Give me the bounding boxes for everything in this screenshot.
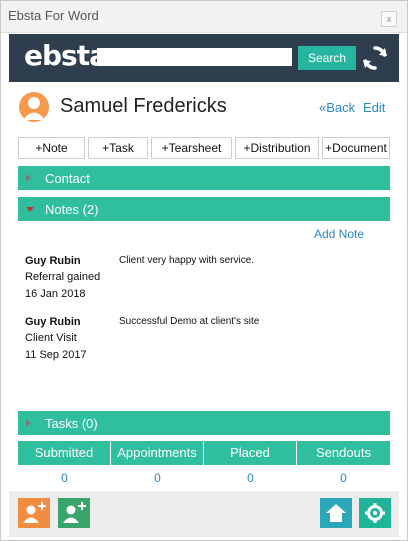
stat-value-sendouts[interactable]: 0 <box>297 465 390 491</box>
window-title: Ebsta For Word <box>8 8 99 23</box>
contact-section-header[interactable]: Contact <box>18 166 390 190</box>
add-candidate-icon[interactable] <box>58 498 90 528</box>
tasks-section-header[interactable]: Tasks (0) <box>18 411 390 435</box>
edit-link[interactable]: Edit <box>363 100 385 115</box>
note-date: 11 Sep 2017 <box>25 349 87 361</box>
settings-icon[interactable] <box>359 498 391 528</box>
search-button[interactable]: Search <box>298 46 356 70</box>
app-header: ebsta Search <box>9 34 399 82</box>
action-bar: +Note +Task +Tearsheet +Distribution +Do… <box>18 137 390 159</box>
note-date: 16 Jan 2018 <box>25 288 86 300</box>
stat-header-submitted: Submitted <box>18 441 111 465</box>
person-icon <box>19 92 49 122</box>
notes-panel: Add Note Guy Rubin Referral gained 16 Ja… <box>18 221 390 407</box>
stats-table: Submitted Appointments Placed Sendouts 0… <box>18 441 390 491</box>
search-input[interactable] <box>97 48 292 66</box>
note-author: Guy Rubin <box>25 255 81 267</box>
note-reason: Referral gained <box>25 271 101 283</box>
stat-value-appointments[interactable]: 0 <box>111 465 204 491</box>
add-task-button[interactable]: +Task <box>88 137 148 159</box>
stat-header-sendouts: Sendouts <box>297 441 390 465</box>
note-text: Successful Demo at client's site <box>119 316 260 327</box>
expand-arrow-icon <box>26 174 31 182</box>
stat-header-placed: Placed <box>204 441 297 465</box>
footer-toolbar <box>9 491 399 537</box>
notes-section-label: Notes (2) <box>45 202 99 217</box>
home-icon[interactable] <box>320 498 352 528</box>
add-contact-icon[interactable] <box>18 498 50 528</box>
add-tearsheet-button[interactable]: +Tearsheet <box>151 137 232 159</box>
add-note-button[interactable]: +Note <box>18 137 85 159</box>
add-note-link[interactable]: Add Note <box>314 227 364 241</box>
ebsta-logo: ebsta <box>24 39 108 72</box>
add-in-window: Ebsta For Word x ebsta Search Samuel Fre… <box>0 0 408 541</box>
stat-header-appointments: Appointments <box>111 441 204 465</box>
close-icon[interactable]: x <box>381 11 397 27</box>
expand-arrow-icon <box>26 419 31 427</box>
note-text: Client very happy with service. <box>119 255 255 266</box>
refresh-icon[interactable] <box>361 44 389 72</box>
add-document-button[interactable]: +Document <box>322 137 390 159</box>
tasks-section-label: Tasks (0) <box>45 416 98 431</box>
person-name: Samuel Fredericks <box>60 95 227 117</box>
note-author: Guy Rubin <box>25 316 81 328</box>
back-link[interactable]: «Back <box>319 100 355 115</box>
stat-value-submitted[interactable]: 0 <box>18 465 111 491</box>
title-bar: Ebsta For Word x <box>1 1 407 33</box>
stat-value-placed[interactable]: 0 <box>204 465 297 491</box>
profile-header: Samuel Fredericks «Back Edit <box>9 86 399 130</box>
collapse-arrow-icon <box>26 207 34 212</box>
notes-section-header[interactable]: Notes (2) <box>18 197 390 221</box>
add-distribution-button[interactable]: +Distribution <box>235 137 319 159</box>
note-reason: Client Visit <box>25 332 77 344</box>
contact-section-label: Contact <box>45 171 90 186</box>
